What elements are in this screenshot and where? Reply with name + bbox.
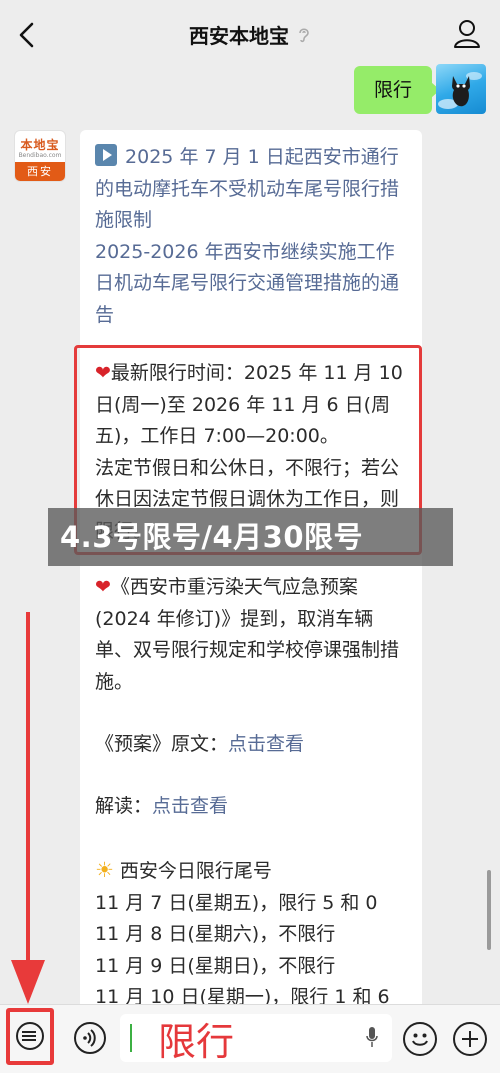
bot-message-bubble: 2025 年 7 月 1 日起西安市通行的电动摩托车不受机动车尾号限行措施限制 … [80, 130, 422, 1020]
user-message-bubble[interactable]: 限行 [353, 66, 441, 114]
back-chevron-icon[interactable] [12, 18, 42, 52]
annotation-arrow-head-icon [11, 960, 45, 1004]
smiley-icon [412, 1033, 428, 1046]
emergency-plan-block: ❤《西安市重污染天气应急预案(2024 年修订)》提到，取消车辆单、双号限行规定… [95, 572, 411, 698]
menu-button[interactable] [6, 1008, 54, 1065]
list-lines [22, 1031, 36, 1041]
reading-row: 解读：点击查看 [95, 791, 411, 823]
plan-link[interactable]: 点击查看 [228, 733, 304, 755]
bot-avatar-city: 西安 [15, 162, 65, 181]
bot-avatar[interactable]: 本地宝 Bendibao.com 西安 [14, 130, 66, 182]
today-heading: 西安今日限行尾号 [119, 860, 272, 882]
scrollbar[interactable] [487, 870, 491, 950]
user-avatar[interactable] [436, 64, 486, 114]
article-link-2[interactable]: 2025-2026 年西安市继续实施工作日机动车尾号限行交通管理措施的通告 [95, 241, 399, 326]
plan-row: 《预案》原文：点击查看 [95, 729, 411, 761]
reading-link[interactable]: 点击查看 [152, 795, 228, 817]
chat-header: 西安本地宝 [0, 0, 500, 68]
emoji-button[interactable] [403, 1022, 437, 1056]
text-caret [130, 1024, 132, 1052]
emergency-text: 《西安市重污染天气应急预案(2024 年修订)》提到，取消车辆单、双号限行规定和… [95, 576, 400, 693]
message-input-value[interactable]: 限行 [158, 1014, 234, 1064]
message-input[interactable]: 限行 [120, 1014, 392, 1064]
overlay-banner: 4.3号限号/4月30限号 [48, 508, 453, 566]
bot-avatar-site: Bendibao.com [18, 152, 62, 159]
annotation-arrow-shaft [26, 612, 30, 962]
article-link-1[interactable]: 2025 年 7 月 1 日起西安市通行的电动摩托车不受机动车尾号限行措施限制 [95, 146, 399, 231]
schedule-item: 11 月 8 日(星期六)，不限行 [95, 923, 336, 945]
reading-label: 解读： [95, 795, 153, 817]
voice-wave-icon [83, 1029, 96, 1047]
play-icon [95, 144, 117, 166]
ear-icon [299, 28, 309, 42]
microphone-icon[interactable] [366, 1026, 378, 1048]
chat-title: 西安本地宝 [189, 24, 289, 48]
plan-label: 《预案》原文： [95, 733, 229, 755]
bot-avatar-logo: 本地宝 [20, 138, 60, 152]
sun-icon: ☀ [95, 858, 114, 882]
plus-button[interactable] [453, 1022, 487, 1056]
schedule-item: 11 月 9 日(星期日)，不限行 [95, 954, 336, 977]
heart-icon: ❤ [95, 576, 111, 598]
schedule-item: 11 月 7 日(星期五)，限行 5 和 0 [95, 891, 378, 914]
person-icon[interactable] [452, 18, 482, 50]
article-links[interactable]: 2025 年 7 月 1 日起西安市通行的电动摩托车不受机动车尾号限行措施限制 … [95, 142, 411, 331]
avatar-cat-image [438, 72, 482, 109]
voice-button[interactable] [74, 1022, 106, 1054]
today-block: ☀ 西安今日限行尾号 11 月 7 日(星期五)，限行 5 和 0 11 月 8… [95, 855, 411, 1014]
